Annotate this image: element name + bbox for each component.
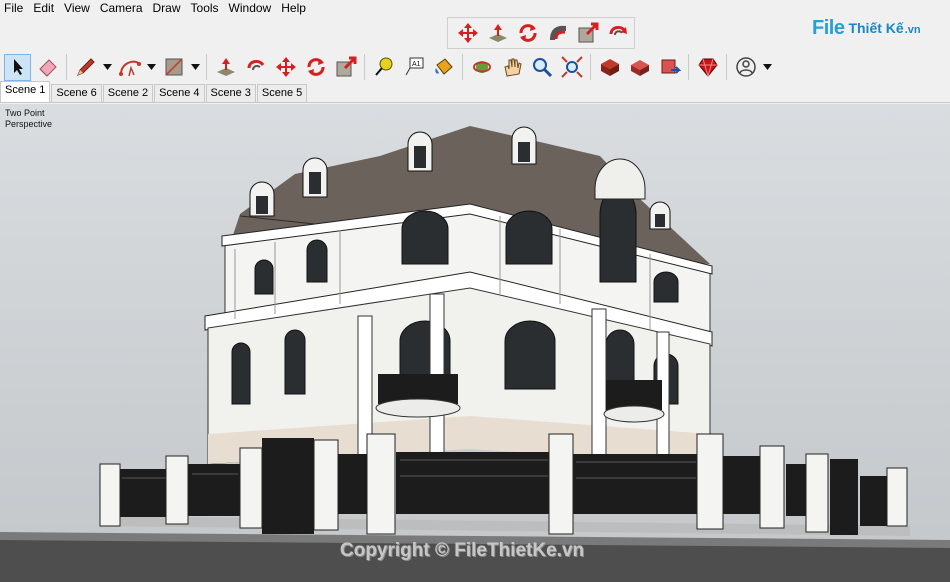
warehouse-icon[interactable] — [626, 54, 653, 81]
menu-bar: File Edit View Camera Draw Tools Window … — [0, 0, 950, 16]
scale-icon[interactable] — [332, 54, 359, 81]
move-red-icon[interactable] — [454, 20, 481, 47]
rectangle-icon[interactable] — [160, 54, 187, 81]
toolbar-separator — [66, 54, 67, 80]
floating-edit-toolbar — [447, 17, 635, 49]
tab-scene-5[interactable]: Scene 5 — [256, 84, 308, 102]
toolbar-separator — [726, 54, 727, 80]
toolbar-separator — [688, 54, 689, 80]
scene-tabs: Scene 1 Scene 6 Scene 2 Scene 4 Scene 3 … — [0, 81, 950, 103]
toolbar-separator — [206, 54, 207, 80]
scale-icon[interactable] — [574, 20, 601, 47]
rotate-icon[interactable] — [302, 54, 329, 81]
menu-window[interactable]: Window — [225, 0, 278, 16]
tape-measure-icon[interactable] — [370, 54, 397, 81]
select-arrow-icon[interactable] — [4, 53, 31, 81]
shape-dropdown-chevron-icon[interactable] — [190, 54, 200, 81]
extension-icon[interactable] — [656, 54, 683, 81]
menu-file[interactable]: File — [0, 0, 29, 16]
main-toolbar: A1 — [0, 50, 950, 84]
push-pull-icon[interactable] — [484, 20, 511, 47]
rotate-icon[interactable] — [514, 20, 541, 47]
toolbar-separator — [364, 54, 365, 80]
copyright-watermark: Copyright © FileThietKe.vn — [340, 540, 585, 561]
tab-scene-1[interactable]: Scene 1 — [0, 81, 51, 102]
move-icon[interactable] — [272, 54, 299, 81]
menu-view[interactable]: View — [60, 0, 96, 16]
pencil-icon[interactable] — [72, 54, 99, 81]
menu-camera[interactable]: Camera — [96, 0, 149, 16]
pan-icon[interactable] — [498, 54, 525, 81]
menu-tools[interactable]: Tools — [187, 0, 225, 16]
menu-draw[interactable]: Draw — [149, 0, 187, 16]
menu-edit[interactable]: Edit — [29, 0, 60, 16]
offset-icon[interactable] — [604, 20, 631, 47]
model-viewport[interactable]: Two Point Perspective Copyright © FileTh… — [0, 104, 950, 582]
ruby-icon[interactable] — [694, 54, 721, 81]
account-dropdown-chevron-icon[interactable] — [762, 54, 772, 81]
offset-icon[interactable] — [242, 54, 269, 81]
toolbar-separator — [590, 54, 591, 80]
tab-scene-4[interactable]: Scene 4 — [154, 84, 205, 102]
account-icon[interactable] — [732, 54, 759, 81]
zoom-extents-icon[interactable] — [558, 54, 585, 81]
filethietke-logo: File Thiết Kế .vn — [812, 16, 921, 39]
eraser-icon[interactable] — [34, 54, 61, 81]
text-icon[interactable]: A1 — [400, 54, 427, 81]
pencil-dropdown-chevron-icon[interactable] — [102, 54, 112, 81]
tab-scene-6[interactable]: Scene 6 — [51, 84, 102, 102]
menu-help[interactable]: Help — [277, 0, 312, 16]
svg-text:A1: A1 — [412, 61, 421, 68]
follow-me-icon[interactable] — [544, 20, 571, 47]
zoom-icon[interactable] — [528, 54, 555, 81]
component-icon[interactable] — [596, 54, 623, 81]
tab-scene-3[interactable]: Scene 3 — [205, 84, 256, 102]
arc-dropdown-chevron-icon[interactable] — [146, 54, 156, 81]
orbit-icon[interactable] — [468, 54, 495, 81]
arc-icon[interactable] — [116, 54, 143, 81]
toolbar-separator — [462, 54, 463, 80]
villa-model-render — [0, 126, 950, 582]
push-pull-icon[interactable] — [212, 54, 239, 81]
tab-scene-2[interactable]: Scene 2 — [102, 84, 154, 102]
paint-icon[interactable] — [430, 54, 457, 81]
